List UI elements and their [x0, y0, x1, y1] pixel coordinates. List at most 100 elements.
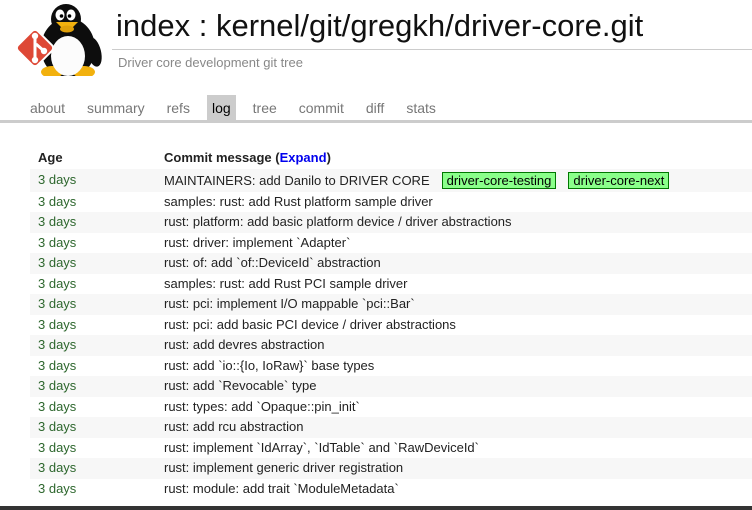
content: Age Commit message (Expand) 3 days MAINTA… — [0, 148, 752, 499]
commit-message-link[interactable]: samples: rust: add Rust PCI sample drive… — [164, 276, 407, 291]
commit-age: 3 days — [38, 481, 76, 496]
commit-message-cell: rust: pci: add basic PCI device / driver… — [156, 315, 752, 336]
branch-decoration-badge[interactable]: driver-core-next — [568, 172, 669, 189]
commit-age-cell: 3 days — [30, 397, 156, 418]
commit-age-cell: 3 days — [30, 438, 156, 459]
commit-age: 3 days — [38, 194, 76, 209]
commit-age-cell: 3 days — [30, 335, 156, 356]
commit-age: 3 days — [38, 214, 76, 229]
commit-message-cell: rust: add `io::{Io, IoRaw}` base types — [156, 356, 752, 377]
commit-message-cell: rust: add `Revocable` type — [156, 376, 752, 397]
commit-message-link[interactable]: samples: rust: add Rust platform sample … — [164, 194, 433, 209]
branch-decoration-badge[interactable]: driver-core-testing — [442, 172, 557, 189]
header-main: index : kernel/git/gregkh/driver-core.gi… — [112, 2, 752, 70]
commit-message-cell: samples: rust: add Rust PCI sample drive… — [156, 274, 752, 295]
cgit-logo[interactable] — [4, 2, 110, 76]
commit-age-cell: 3 days — [30, 253, 156, 274]
tab-stats[interactable]: stats — [401, 95, 441, 120]
commit-message-link[interactable]: rust: add devres abstraction — [164, 337, 324, 352]
commit-age: 3 days — [38, 337, 76, 352]
commit-row: 3 days rust: module: add trait `ModuleMet… — [30, 479, 752, 500]
header: index : kernel/git/gregkh/driver-core.gi… — [0, 0, 752, 70]
tab-summary[interactable]: summary — [82, 95, 150, 120]
commit-age-cell: 3 days — [30, 356, 156, 377]
commit-message-link[interactable]: rust: pci: implement I/O mappable `pci::… — [164, 296, 415, 311]
commit-message-cell: rust: types: add `Opaque::pin_init` — [156, 397, 752, 418]
commit-age-cell: 3 days — [30, 212, 156, 233]
commit-age: 3 days — [38, 460, 76, 475]
commit-age-cell: 3 days — [30, 169, 156, 192]
commit-row: 3 days rust: pci: implement I/O mappable … — [30, 294, 752, 315]
commit-age: 3 days — [38, 317, 76, 332]
column-header-commit-message: Commit message (Expand) — [156, 148, 752, 169]
commit-message-cell: rust: pci: implement I/O mappable `pci::… — [156, 294, 752, 315]
commit-message-cell: MAINTAINERS: add Danilo to DRIVER CORE dr… — [156, 169, 752, 192]
commit-age-cell: 3 days — [30, 274, 156, 295]
commit-message-link[interactable]: MAINTAINERS: add Danilo to DRIVER CORE — [164, 173, 430, 188]
commit-row: 3 days rust: pci: add basic PCI device / … — [30, 315, 752, 336]
commit-message-link[interactable]: rust: types: add `Opaque::pin_init` — [164, 399, 360, 414]
commit-age: 3 days — [38, 419, 76, 434]
commit-age: 3 days — [38, 378, 76, 393]
commit-age-cell: 3 days — [30, 233, 156, 254]
commit-message-link[interactable]: rust: implement `IdArray`, `IdTable` and… — [164, 440, 479, 455]
commit-message-link[interactable]: rust: of: add `of::DeviceId` abstraction — [164, 255, 381, 270]
commit-age: 3 days — [38, 276, 76, 291]
cgit-page: index : kernel/git/gregkh/driver-core.gi… — [0, 0, 752, 510]
commit-age-cell: 3 days — [30, 479, 156, 500]
tux-git-logo-icon — [4, 2, 110, 76]
commit-row: 3 days rust: add rcu abstraction — [30, 417, 752, 438]
repo-description: Driver core development git tree — [112, 49, 752, 70]
commit-message-link[interactable]: rust: pci: add basic PCI device / driver… — [164, 317, 456, 332]
commit-age: 3 days — [38, 358, 76, 373]
page-title[interactable]: index : kernel/git/gregkh/driver-core.gi… — [112, 2, 752, 49]
commit-message-cell: rust: platform: add basic platform devic… — [156, 212, 752, 233]
commit-row: 3 days rust: add devres abstraction — [30, 335, 752, 356]
tab-diff[interactable]: diff — [361, 95, 389, 120]
tab-log[interactable]: log — [207, 95, 236, 120]
tab-commit[interactable]: commit — [294, 95, 349, 120]
commit-age: 3 days — [38, 440, 76, 455]
tab-bar: about summary refslogtree commit diff stats — [0, 95, 752, 123]
commit-row: 3 days MAINTAINERS: add Danilo to DRIVER … — [30, 169, 752, 192]
log-table: Age Commit message (Expand) 3 days MAINTA… — [30, 148, 752, 499]
commit-age-cell: 3 days — [30, 294, 156, 315]
commit-row: 3 days rust: add `io::{Io, IoRaw}` base t… — [30, 356, 752, 377]
bottom-edge-bar — [0, 506, 752, 510]
log-table-header-row: Age Commit message (Expand) — [30, 148, 752, 169]
commit-header-suffix: ) — [327, 150, 331, 165]
commit-age-cell: 3 days — [30, 417, 156, 438]
commit-message-link[interactable]: rust: module: add trait `ModuleMetadata` — [164, 481, 399, 496]
commit-row: 3 days rust: add `Revocable` type — [30, 376, 752, 397]
commit-age-cell: 3 days — [30, 315, 156, 336]
commit-message-cell: rust: module: add trait `ModuleMetadata` — [156, 479, 752, 500]
commit-message-cell: samples: rust: add Rust platform sample … — [156, 192, 752, 213]
tab-tree[interactable]: tree — [248, 95, 282, 120]
commit-header-prefix: Commit message ( — [164, 150, 280, 165]
commit-message-link[interactable]: rust: implement generic driver registrat… — [164, 460, 403, 475]
commit-message-link[interactable]: rust: platform: add basic platform devic… — [164, 214, 512, 229]
commit-message-cell: rust: add devres abstraction — [156, 335, 752, 356]
commit-row: 3 days rust: implement `IdArray`, `IdTabl… — [30, 438, 752, 459]
commit-message-cell: rust: of: add `of::DeviceId` abstraction — [156, 253, 752, 274]
commit-row: 3 days rust: implement generic driver reg… — [30, 458, 752, 479]
commit-age-cell: 3 days — [30, 376, 156, 397]
commit-row: 3 days rust: driver: implement `Adapter` — [30, 233, 752, 254]
commit-message-link[interactable]: rust: driver: implement `Adapter` — [164, 235, 350, 250]
commit-row: 3 days samples: rust: add Rust PCI sample… — [30, 274, 752, 295]
commit-age-cell: 3 days — [30, 458, 156, 479]
expand-link[interactable]: Expand — [280, 150, 327, 165]
column-header-age: Age — [30, 148, 156, 169]
commit-message-link[interactable]: rust: add `Revocable` type — [164, 378, 316, 393]
commit-message-link[interactable]: rust: add rcu abstraction — [164, 419, 303, 434]
commit-age: 3 days — [38, 235, 76, 250]
commit-age: 3 days — [38, 172, 76, 187]
tab-about[interactable]: about — [25, 95, 70, 120]
commit-row: 3 days rust: types: add `Opaque::pin_init… — [30, 397, 752, 418]
tab-refs[interactable]: refs — [162, 95, 195, 120]
commit-row: 3 days samples: rust: add Rust platform s… — [30, 192, 752, 213]
commit-row: 3 days rust: of: add `of::DeviceId` abstr… — [30, 253, 752, 274]
commit-age: 3 days — [38, 255, 76, 270]
commit-message-link[interactable]: rust: add `io::{Io, IoRaw}` base types — [164, 358, 374, 373]
commit-message-cell: rust: implement generic driver registrat… — [156, 458, 752, 479]
